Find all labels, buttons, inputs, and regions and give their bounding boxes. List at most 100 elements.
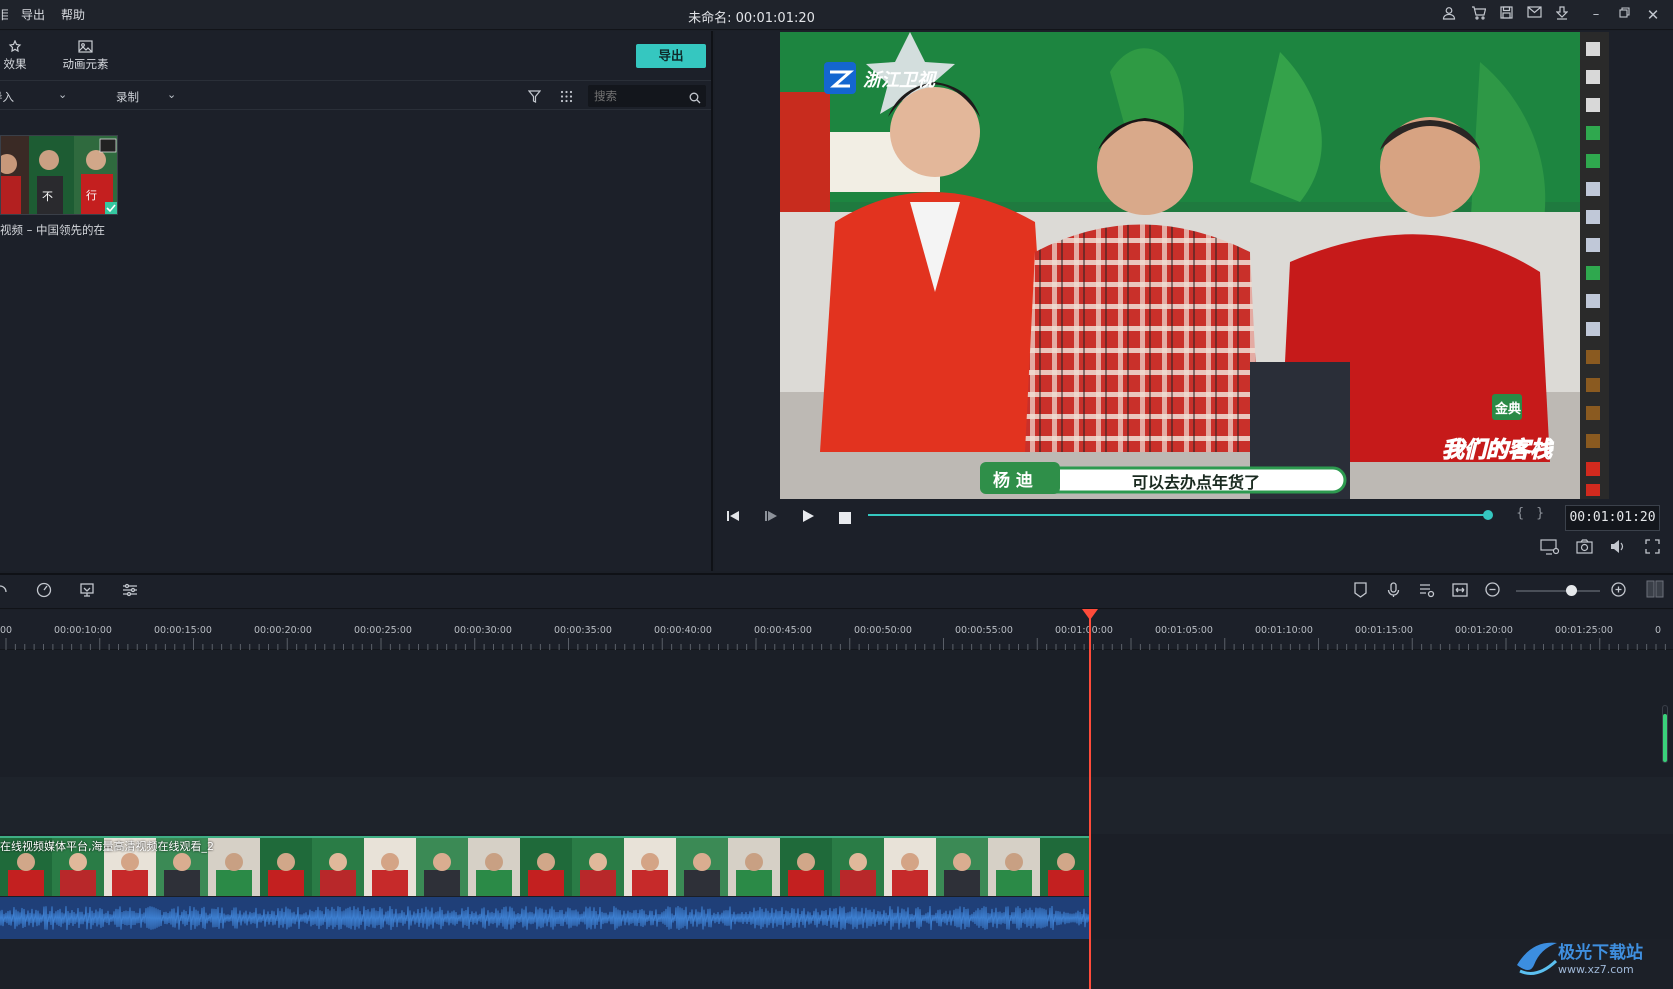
effects-icon [0, 39, 30, 56]
vertical-scrollbar-thumb[interactable] [1663, 714, 1667, 762]
ruler-tick-label: 00:00:30:00 [454, 625, 512, 636]
sponsor-logo-text: 金典 [1494, 401, 1521, 417]
playhead-handle[interactable] [1082, 609, 1098, 620]
ruler-tick-label: 00:00:45:00 [754, 625, 812, 636]
clip-frame [676, 838, 728, 896]
ruler-tick-label: 00:01:10:00 [1255, 625, 1313, 636]
volume-icon[interactable] [1610, 539, 1627, 558]
ruler-tick-label: 00:00:40:00 [654, 625, 712, 636]
cart-icon[interactable] [1469, 6, 1487, 24]
watermark-name: 极光下载站 [1558, 943, 1643, 963]
speed-icon[interactable] [36, 582, 52, 602]
clip-frame [260, 838, 312, 896]
undo-icon[interactable] [0, 582, 10, 602]
playback-progress-handle[interactable] [1483, 510, 1493, 520]
import-label[interactable]: 导入 [0, 89, 14, 105]
crop-icon[interactable] [79, 582, 95, 602]
clip-frame [312, 838, 364, 896]
subtitle-text: 可以去办点年货了 [1132, 473, 1260, 492]
user-icon[interactable] [1440, 6, 1458, 24]
document-title: 未命名: 00:01:01:20 [688, 11, 815, 26]
restore-icon[interactable] [1615, 6, 1633, 24]
record-label[interactable]: 录制 [116, 89, 139, 105]
clip-frame [780, 838, 832, 896]
ruler-tick-label: 00:01:15:00 [1355, 625, 1413, 636]
ruler-tick-label: 00 [0, 625, 13, 636]
stop-icon[interactable] [839, 509, 851, 528]
next-frame-icon[interactable] [764, 508, 778, 527]
media-item-label: 视频 – 中国领先的在 [0, 223, 106, 237]
animation-elements-label: 动画元素 [62, 57, 109, 71]
effects-tool[interactable]: 效果 [0, 39, 30, 72]
zoom-slider-track[interactable] [1516, 585, 1600, 596]
search-field[interactable] [588, 85, 706, 107]
clip-frame [936, 838, 988, 896]
ruler-tick-label: 00:00:20:00 [254, 625, 312, 636]
ruler-tick-label: 00:00:15:00 [154, 625, 212, 636]
audio-clip[interactable] [0, 897, 1090, 939]
preview-timecode: 00:01:01:20 [1565, 505, 1660, 531]
adjust-icon[interactable] [122, 582, 138, 602]
channel-logo-text: 浙江卫视 [863, 70, 938, 91]
vertical-scrollbar[interactable] [1662, 705, 1668, 763]
marker-icon[interactable] [1354, 582, 1367, 602]
mic-icon[interactable] [1387, 582, 1400, 602]
clip-frame [728, 838, 780, 896]
camera-icon[interactable] [1576, 539, 1593, 558]
play-icon[interactable] [801, 508, 815, 527]
ruler-tick-label: 00:01:05:00 [1155, 625, 1213, 636]
effects-label: 效果 [3, 57, 27, 71]
media-library-panel [0, 31, 713, 571]
ruler-tick-label: 00:00:55:00 [955, 625, 1013, 636]
clip-frame [1040, 838, 1090, 896]
save-icon[interactable] [1497, 6, 1515, 24]
playback-progress-track[interactable] [868, 510, 1493, 520]
watermark-url: www.xz7.com [1558, 963, 1634, 976]
render-icon[interactable] [1540, 539, 1560, 559]
show-logo-text: 我们的客栈 [1442, 437, 1554, 463]
animation-elements-tool[interactable]: 动画元素 [58, 40, 113, 72]
clip-frame [884, 838, 936, 896]
mark-out-icon[interactable]: } [1536, 506, 1544, 521]
mark-in-icon[interactable]: { [1516, 506, 1524, 521]
title-bar: 目 导出 帮助 未命名: 00:01:01:20 – ✕ [0, 0, 1673, 30]
playback-progress-fill [868, 514, 1488, 516]
ruler-tick-label: 00:00:35:00 [554, 625, 612, 636]
snap-icon[interactable] [1452, 582, 1468, 601]
zoom-slider-handle[interactable] [1565, 585, 1577, 596]
fullscreen-icon[interactable] [1645, 539, 1660, 558]
svg-text:行: 行 [86, 189, 97, 202]
video-clip[interactable]: 在线视频媒体平台,海量高清视频在线观看_2 [0, 836, 1090, 896]
image-icon [58, 40, 113, 56]
track-row-empty [0, 939, 1673, 989]
search-icon[interactable] [689, 89, 701, 108]
record-chevron-down-icon[interactable]: ⌄ [167, 88, 176, 101]
clip-frame [832, 838, 884, 896]
filter-icon[interactable] [527, 88, 542, 107]
zoom-in-icon[interactable] [1611, 582, 1626, 601]
prev-frame-icon[interactable] [726, 508, 740, 527]
search-input[interactable] [594, 87, 684, 105]
media-thumbnail[interactable]: 不 行 [0, 135, 118, 215]
clip-frame [468, 838, 520, 896]
clip-frame [572, 838, 624, 896]
ruler-tick-label: 00:01:25:00 [1555, 625, 1613, 636]
layout-icon[interactable] [1646, 580, 1664, 602]
playhead-line[interactable] [1089, 609, 1091, 989]
download-icon[interactable] [1553, 6, 1571, 24]
watermark-logo: 极光下载站 www.xz7.com [1512, 935, 1672, 983]
audio-mix-icon[interactable] [1419, 582, 1435, 602]
clip-title: 在线视频媒体平台,海量高清视频在线观看_2 [0, 840, 214, 853]
grid-icon[interactable] [560, 88, 573, 107]
mail-icon[interactable] [1525, 6, 1543, 24]
ruler-tick-label: 00:00:25:00 [354, 625, 412, 636]
export-button[interactable]: 导出 [636, 44, 706, 68]
timeline-ruler[interactable] [0, 610, 1673, 650]
minimize-icon[interactable]: – [1587, 6, 1605, 24]
close-icon[interactable]: ✕ [1644, 6, 1662, 24]
zoom-out-icon[interactable] [1485, 582, 1500, 601]
name-tag-text: 杨 迪 [993, 470, 1033, 491]
ruler-tick-label: 00:01:20:00 [1455, 625, 1513, 636]
video-preview: 浙江卫视 杨 迪 可以去办点年货了 金典 我们的客栈 [780, 32, 1609, 499]
import-chevron-down-icon[interactable]: ⌄ [58, 88, 67, 101]
